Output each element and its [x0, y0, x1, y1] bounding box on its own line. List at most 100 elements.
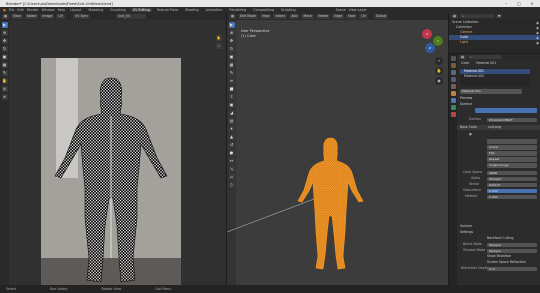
tab-modeling[interactable]: Modeling: [86, 8, 105, 12]
grab-tool-icon[interactable]: ✋: [1, 78, 8, 84]
editor-type-button[interactable]: ▦: [229, 14, 237, 19]
metallic-field[interactable]: 0.000: [487, 194, 537, 199]
scale-tool-icon[interactable]: ▣: [1, 54, 8, 60]
add-menu[interactable]: Add: [289, 14, 300, 19]
surface-shader-field[interactable]: Principled BSDF: [487, 117, 537, 122]
view-menu[interactable]: View: [259, 14, 272, 19]
breadcrumb-object: Cube: [461, 61, 470, 65]
material-slot-item[interactable]: Material.002: [460, 74, 530, 79]
uv-menu-image[interactable]: Image: [40, 14, 55, 19]
visibility-toggles[interactable]: ◉ ◉ ◉ ◉ ◉: [527, 21, 539, 51]
data-tab-icon[interactable]: [450, 105, 456, 110]
close-icon[interactable]: ×: [526, 1, 538, 6]
editor-type-button[interactable]: ▦: [459, 54, 467, 60]
3d-viewport[interactable]: ▦ Edit Mode View Select Add Mesh Vertex …: [227, 13, 448, 285]
vector-field[interactable]: Default: [487, 182, 537, 187]
material-name-field[interactable]: Material.001: [460, 89, 522, 94]
outliner-search-input[interactable]: ⌕: [460, 13, 495, 19]
image-selector[interactable]: Suit_00: [116, 14, 147, 19]
section-preview[interactable]: Preview: [457, 96, 540, 101]
maximize-icon[interactable]: □: [513, 1, 525, 6]
interpolation-field[interactable]: Linear: [487, 145, 537, 150]
view-layer-tab-icon[interactable]: [450, 77, 456, 82]
tab-rendering[interactable]: Rendering: [227, 8, 248, 12]
output-tab-icon[interactable]: [450, 70, 456, 75]
annotate-tool-icon[interactable]: ✎: [1, 70, 8, 76]
uv-menu-view[interactable]: View: [11, 14, 23, 19]
shadow-mode-field[interactable]: Opaque: [487, 248, 537, 253]
tab-texture-paint[interactable]: Texture Paint: [155, 8, 180, 12]
backface-culling-checkbox[interactable]: Backface Culling: [457, 236, 540, 241]
image-texture-field[interactable]: [487, 139, 537, 144]
tab-scripting[interactable]: Scripting: [279, 8, 298, 12]
properties-panel[interactable]: ▦ ⌕ Cube Material.001 Material.001 Mater…: [457, 54, 540, 285]
tab-shading[interactable]: Shading: [183, 8, 200, 12]
tab-uv-editing[interactable]: UV Editing: [130, 8, 152, 12]
section-surface[interactable]: Surface: [457, 102, 540, 107]
editor-type-button[interactable]: ▦: [2, 14, 10, 19]
section-volume[interactable]: Volume: [457, 224, 540, 229]
relax-tool-icon[interactable]: ◎: [1, 86, 8, 92]
transform-tool-icon[interactable]: ▦: [1, 62, 8, 68]
orientation-selector[interactable]: Global: [373, 14, 389, 19]
zoom-icon[interactable]: ⌕: [216, 43, 222, 49]
mesh-menu[interactable]: Mesh: [301, 14, 314, 19]
ssr-checkbox[interactable]: Screen Space Refraction: [457, 260, 540, 265]
cursor-tool-icon[interactable]: ⊕: [1, 30, 8, 36]
mode-selector[interactable]: Edit Mode: [238, 14, 258, 19]
pinch-tool-icon[interactable]: ∗: [1, 94, 8, 100]
scene-selector[interactable]: Scene: [336, 8, 346, 12]
menu-window[interactable]: Window: [42, 8, 55, 12]
tab-sculpting[interactable]: Sculpting: [108, 8, 127, 12]
face-menu[interactable]: Face: [346, 14, 358, 19]
vertex-menu[interactable]: Vertex: [315, 14, 331, 19]
uv-sync-toggle[interactable]: UV Sync: [72, 14, 91, 19]
menu-render[interactable]: Render: [27, 8, 39, 12]
uv-menu-select[interactable]: Select: [24, 14, 39, 19]
material-tab-icon[interactable]: [450, 112, 456, 117]
status-bar: Select Box Select Rotate View Call Menu: [0, 285, 540, 293]
subsurface-field[interactable]: 0.000: [487, 188, 537, 193]
tool-tab-icon[interactable]: [450, 56, 456, 61]
tab-compositing[interactable]: Compositing: [251, 8, 276, 12]
uv-menu-uv[interactable]: UV: [56, 14, 65, 19]
alpha-field[interactable]: Straight: [487, 176, 537, 181]
uv-menu[interactable]: UV: [359, 14, 368, 19]
show-backface-checkbox[interactable]: Show Backface: [457, 254, 540, 259]
use-nodes-button[interactable]: [475, 108, 537, 113]
status-rotate-view: Rotate View: [101, 287, 122, 291]
select-tool-icon[interactable]: ▶: [1, 22, 8, 28]
edge-menu[interactable]: Edge: [332, 14, 345, 19]
projection-field[interactable]: Flat: [487, 151, 537, 156]
object-tab-icon[interactable]: [450, 91, 456, 96]
move-tool-icon[interactable]: ✥: [1, 38, 8, 44]
material-slots-list[interactable]: Material.001 Material.002: [460, 68, 530, 86]
blend-mode-field[interactable]: Opaque: [487, 242, 537, 247]
view-layer-selector[interactable]: View Layer: [349, 8, 367, 12]
base-color-image[interactable]: suit.png: [488, 125, 501, 129]
menu-file[interactable]: File: [9, 8, 15, 12]
menu-edit[interactable]: Edit: [17, 8, 23, 12]
properties-search-input[interactable]: ⌕: [468, 54, 503, 60]
rotate-tool-icon[interactable]: ↻: [1, 46, 8, 52]
tab-layout[interactable]: Layout: [68, 8, 83, 12]
uv-editor[interactable]: ▦ View Select Image UV UV Sync Suit_00 ▶…: [0, 13, 226, 288]
minimize-icon[interactable]: –: [500, 1, 512, 6]
render-tab-icon[interactable]: [450, 63, 456, 68]
refraction-depth-field[interactable]: 0 m: [487, 266, 537, 271]
outliner[interactable]: ▦ ⌕ ▼ Scene Collection Collection Camera…: [449, 13, 540, 53]
extension-field[interactable]: Repeat: [487, 157, 537, 162]
menu-help[interactable]: Help: [58, 8, 66, 12]
editor-type-button[interactable]: ▦: [451, 13, 459, 19]
select-menu[interactable]: Select: [273, 14, 288, 19]
color-space-field[interactable]: sRGB: [487, 170, 537, 175]
uv-editor-header: ▦ View Select Image UV UV Sync Suit_00: [0, 13, 226, 20]
section-settings[interactable]: Settings: [457, 230, 540, 235]
scene-tab-icon[interactable]: [450, 84, 456, 89]
blender-logo-icon[interactable]: ●: [3, 8, 6, 12]
source-field[interactable]: Single Image: [487, 163, 537, 168]
filter-icon[interactable]: ▼: [496, 13, 503, 19]
hand-icon[interactable]: ✋: [216, 35, 222, 41]
modifier-tab-icon[interactable]: [450, 98, 456, 103]
tab-animation[interactable]: Animation: [204, 8, 225, 12]
